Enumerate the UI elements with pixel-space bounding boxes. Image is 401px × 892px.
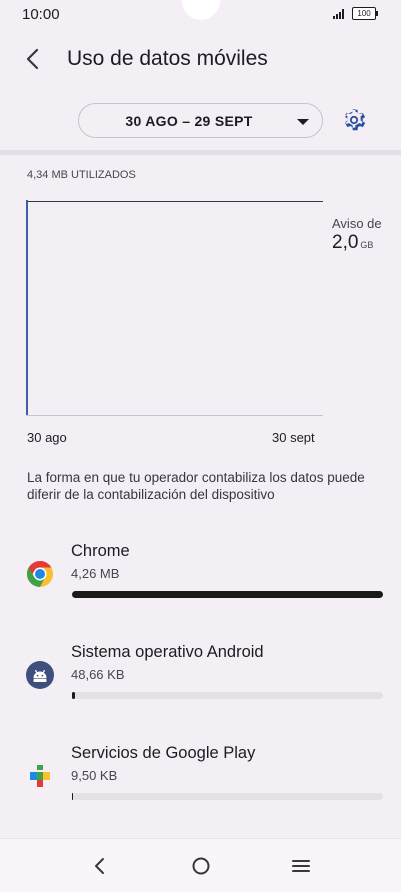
- signal-icon: [333, 9, 347, 19]
- data-used-label: 4,34 MB UTILIZADOS: [27, 169, 136, 181]
- billing-cycle-value: 30 AGO – 29 SEPT: [125, 113, 253, 129]
- usage-bar: [72, 591, 383, 598]
- billing-cycle-dropdown[interactable]: 30 AGO – 29 SEPT: [78, 103, 323, 138]
- app-row-android-system[interactable]: Sistema operativo Android 48,66 KB: [0, 643, 401, 733]
- app-name: Sistema operativo Android: [71, 643, 264, 661]
- usage-bar: [72, 793, 383, 800]
- app-data-size: 4,26 MB: [71, 566, 120, 581]
- usage-bar-fill: [72, 692, 76, 699]
- google-play-services-icon: [30, 765, 50, 787]
- battery-level: 100: [357, 9, 371, 18]
- warning-label: Aviso de: [332, 216, 382, 231]
- settings-button[interactable]: [340, 106, 368, 134]
- warning-unit: GB: [360, 240, 374, 250]
- usage-bar-fill: [72, 793, 73, 800]
- app-data-size: 48,66 KB: [71, 667, 125, 682]
- carrier-note: La forma en que tu operador contabiliza …: [27, 470, 365, 502]
- nav-back-icon: [95, 858, 104, 874]
- section-divider: [0, 150, 401, 155]
- app-bar: Uso de datos móviles: [0, 36, 401, 84]
- warning-threshold-line: [26, 201, 323, 202]
- chrome-icon: [26, 561, 54, 587]
- nav-back-button[interactable]: [85, 853, 115, 879]
- usage-bar-fill: [72, 591, 383, 598]
- warning-value: 2,0 GB: [332, 232, 373, 254]
- chart-end-date: 30 sept: [272, 430, 315, 445]
- battery-icon: 100: [352, 7, 378, 20]
- app-row-chrome[interactable]: Chrome 4,26 MB: [0, 542, 401, 632]
- nav-home-button[interactable]: [186, 853, 216, 879]
- warning-amount: 2,0: [332, 232, 359, 253]
- status-bar: 10:00 100: [0, 0, 401, 30]
- app-name: Chrome: [71, 542, 130, 560]
- android-icon: [26, 661, 54, 689]
- app-data-size: 9,50 KB: [71, 768, 118, 783]
- recents-icon: [292, 860, 310, 872]
- usage-bar: [72, 692, 383, 699]
- page-title: Uso de datos móviles: [67, 47, 268, 70]
- cycle-row: 30 AGO – 29 SEPT: [0, 100, 401, 140]
- back-arrow-icon: [26, 48, 39, 70]
- usage-line: [26, 200, 28, 416]
- system-navigation-bar: [0, 838, 401, 892]
- status-time: 10:00: [22, 6, 60, 23]
- nav-recents-button[interactable]: [286, 853, 316, 879]
- back-button[interactable]: [18, 44, 48, 74]
- dropdown-arrow-icon: [297, 119, 309, 125]
- chart-start-date: 30 ago: [27, 430, 67, 445]
- camera-notch: [182, 0, 220, 20]
- chart-baseline: [26, 415, 323, 416]
- gear-icon: [345, 109, 366, 131]
- app-name: Servicios de Google Play: [71, 744, 256, 762]
- app-row-google-play-services[interactable]: Servicios de Google Play 9,50 KB: [0, 744, 401, 834]
- usage-chart: [26, 200, 323, 418]
- home-circle-icon: [192, 857, 210, 875]
